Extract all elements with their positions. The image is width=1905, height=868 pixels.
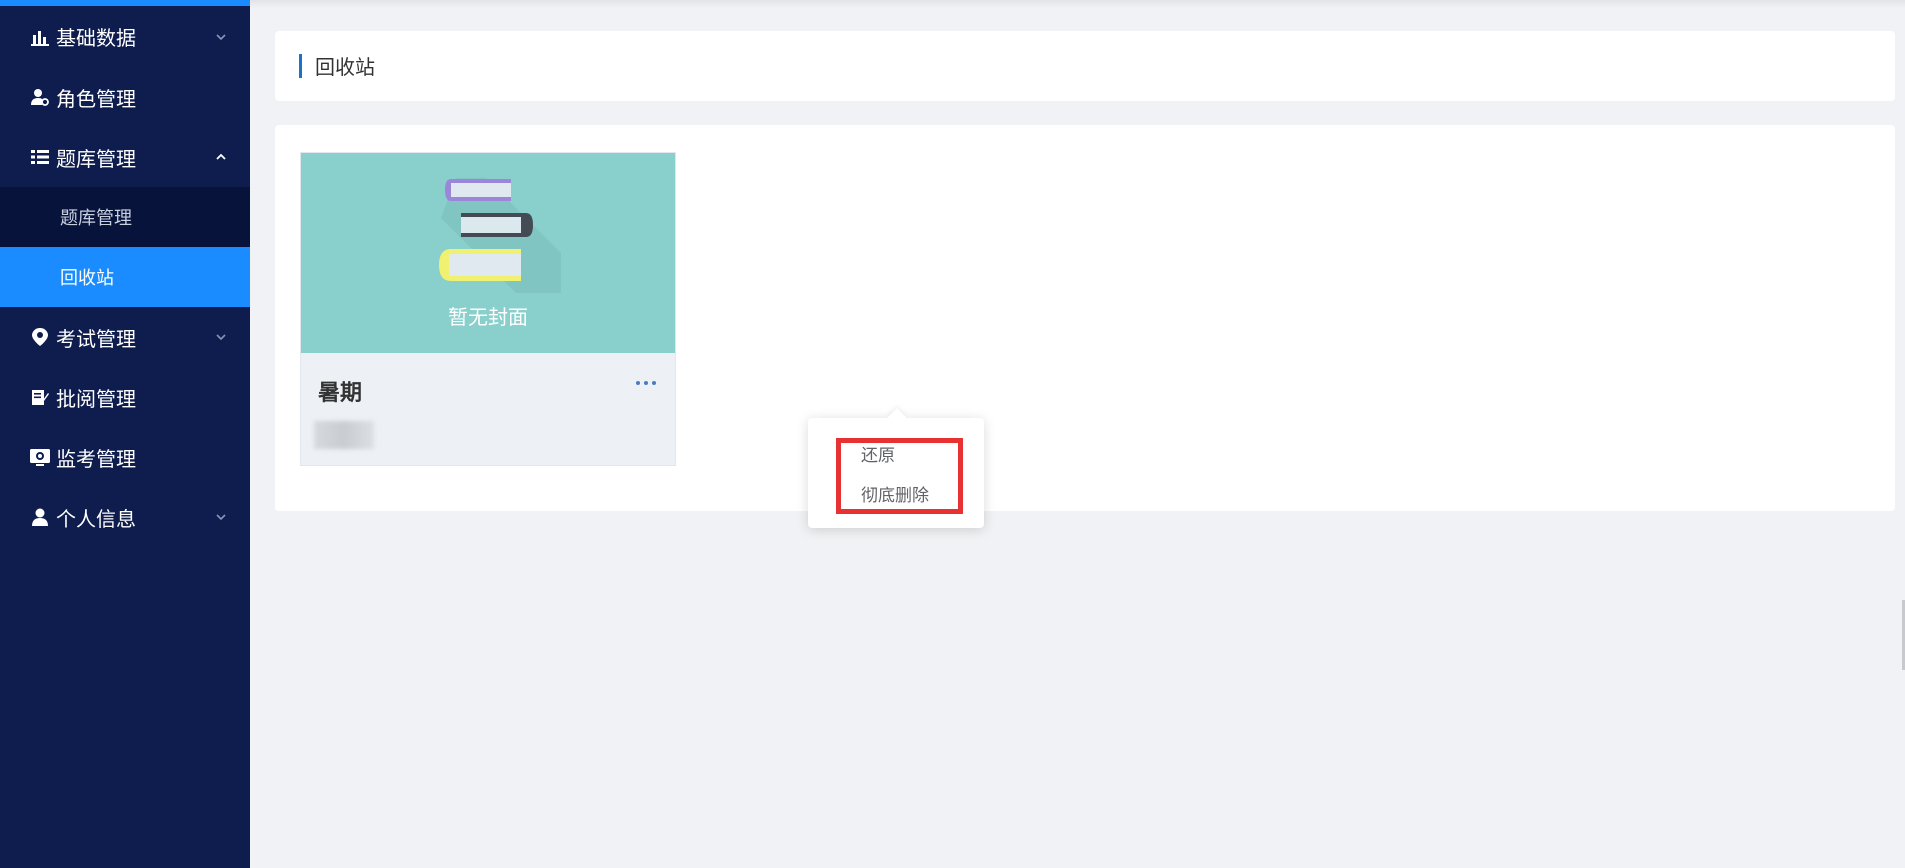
sidebar-item-profile[interactable]: 个人信息	[0, 487, 250, 547]
question-bank-submenu: 题库管理 回收站	[0, 187, 250, 307]
main-content: 回收站 暂无封面 暑期 还原 彻底删除	[250, 0, 1905, 868]
sidebar-item-grading[interactable]: 批阅管理	[0, 367, 250, 427]
header-shadow	[250, 0, 1905, 8]
list-icon	[30, 147, 50, 167]
edit-document-icon	[30, 387, 50, 407]
sidebar-item-label: 监考管理	[56, 446, 136, 471]
sidebar-item-proctoring[interactable]: 监考管理	[0, 427, 250, 487]
bar-chart-icon	[30, 27, 50, 47]
sidebar-item-label: 题库管理	[56, 146, 136, 171]
sidebar-item-role[interactable]: 角色管理	[0, 67, 250, 127]
submenu-item-question-bank[interactable]: 题库管理	[0, 187, 250, 247]
blurred-info	[314, 421, 374, 449]
sidebar-item-label: 批阅管理	[56, 386, 136, 411]
sidebar-item-label: 个人信息	[56, 506, 136, 531]
chevron-down-icon	[216, 334, 226, 341]
chevron-up-icon	[216, 153, 226, 160]
bank-card[interactable]: 暂无封面 暑期	[300, 152, 676, 466]
chevron-down-icon	[216, 33, 226, 40]
sidebar-item-exam[interactable]: 考试管理	[0, 307, 250, 367]
chevron-down-icon	[216, 514, 226, 521]
sidebar-item-question-bank[interactable]: 题库管理	[0, 127, 250, 187]
no-cover-text: 暂无封面	[448, 305, 528, 329]
sidebar: 基础数据 角色管理 题库管理 题库管理 回收站 考试管理 批阅管理 监考管理 个…	[0, 0, 250, 868]
more-icon[interactable]	[631, 373, 661, 393]
card-title: 暑期	[318, 381, 363, 406]
sidebar-item-label: 基础数据	[56, 26, 136, 50]
sidebar-item-basic-data[interactable]: 基础数据	[0, 6, 250, 67]
title-accent-bar	[299, 54, 302, 78]
page-title-panel: 回收站	[275, 31, 1895, 101]
sidebar-item-label: 角色管理	[56, 86, 136, 111]
user-settings-icon	[30, 87, 50, 107]
monitor-camera-icon	[30, 447, 50, 467]
location-pin-icon	[30, 327, 50, 347]
page-title: 回收站	[315, 55, 375, 79]
user-icon	[30, 507, 50, 527]
submenu-item-recycle-bin[interactable]: 回收站	[0, 247, 250, 307]
highlight-annotation	[836, 438, 963, 514]
card-cover: 暂无封面	[301, 153, 675, 353]
recycle-bin-panel: 暂无封面 暑期	[275, 125, 1895, 511]
sidebar-item-label: 考试管理	[56, 326, 136, 351]
